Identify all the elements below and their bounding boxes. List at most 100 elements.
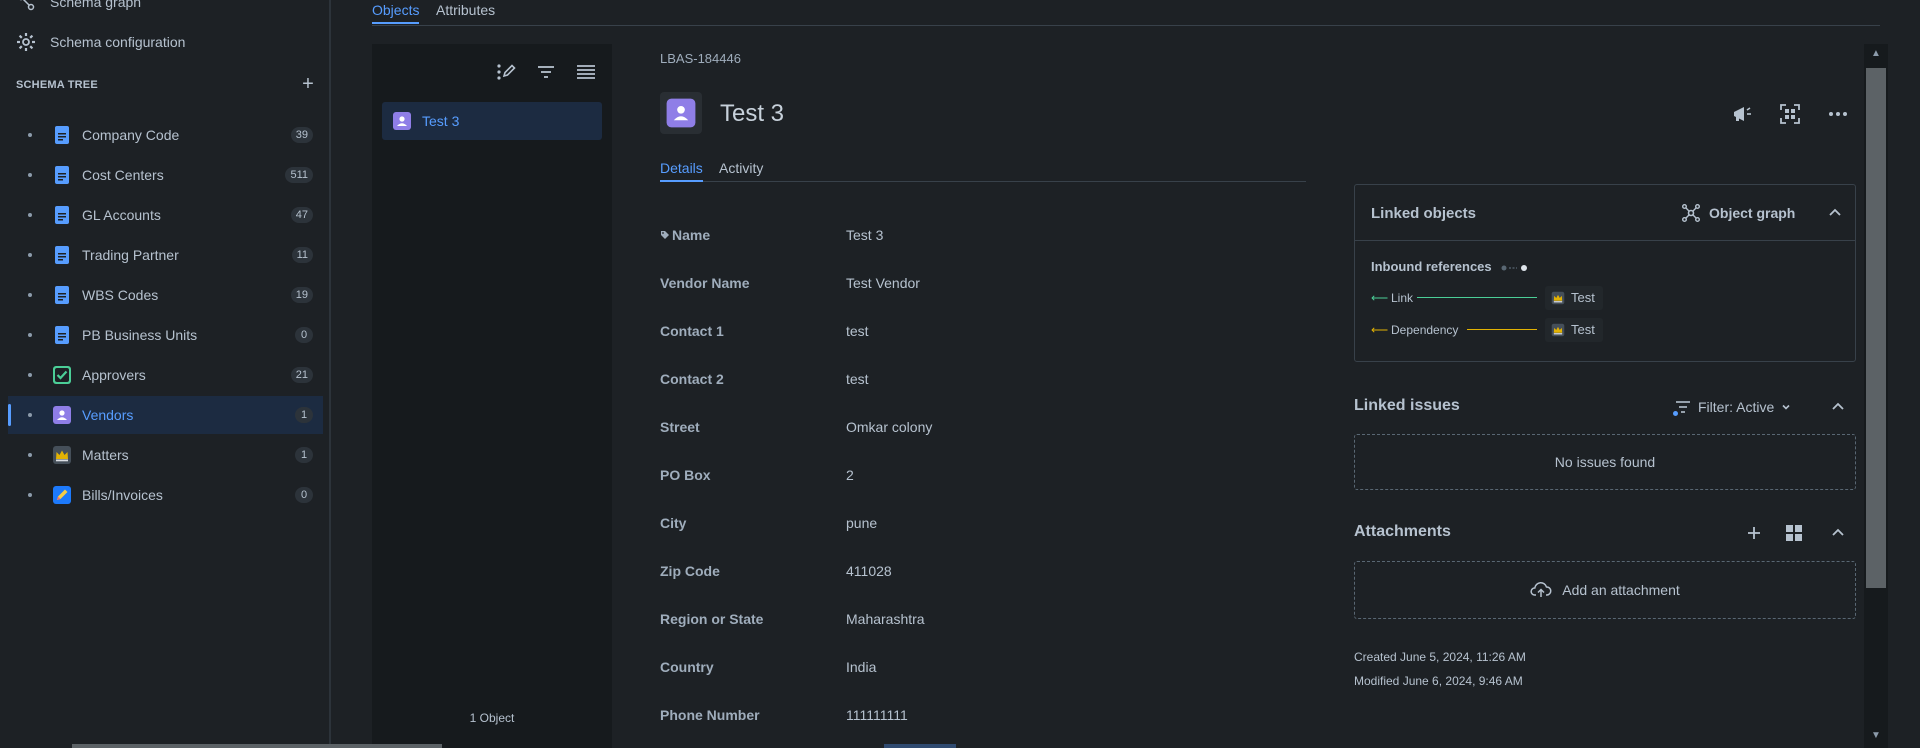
issue-filter-dropdown[interactable]: Filter: Active xyxy=(1672,397,1792,417)
attribute-value[interactable]: test xyxy=(846,323,869,339)
tree-item-company-code[interactable]: Company Code 39 xyxy=(8,116,323,154)
chevron-up-icon[interactable] xyxy=(1830,399,1846,415)
no-issues-placeholder: No issues found xyxy=(1354,434,1856,490)
filter-icon xyxy=(1673,401,1690,416)
scroll-down-arrow[interactable]: ▼ xyxy=(1869,730,1883,742)
tree-item-label: GL Accounts xyxy=(82,207,161,223)
bullet xyxy=(28,453,32,457)
scroll-up-arrow[interactable]: ▲ xyxy=(1869,48,1883,60)
cloud-upload-icon xyxy=(1530,581,1552,597)
scrollbar-thumb[interactable] xyxy=(1866,68,1886,588)
reference-target-chip[interactable]: Test xyxy=(1545,318,1603,342)
object-graph-button[interactable]: Object graph xyxy=(1681,203,1795,223)
bulk-edit-icon[interactable] xyxy=(494,60,518,84)
attribute-label: Region or State xyxy=(660,611,764,627)
sidebar-item-schema-configuration[interactable]: Schema configuration xyxy=(16,32,185,52)
qr-code-icon[interactable] xyxy=(1776,100,1804,128)
linked-objects-panel: Linked objects Object graph Inbound refe… xyxy=(1354,184,1856,362)
attribute-label: Vendor Name xyxy=(660,275,750,291)
attribute-value[interactable]: test xyxy=(846,371,869,387)
attribute-value[interactable]: 2 xyxy=(846,467,854,483)
reference-line xyxy=(1417,297,1537,298)
object-title: Test 3 xyxy=(720,100,785,127)
tree-item-vendors[interactable]: Vendors 1 xyxy=(8,396,323,434)
document-icon xyxy=(55,326,69,344)
crown-icon xyxy=(1551,291,1565,305)
pencil-icon xyxy=(53,486,71,504)
created-date: Created June 5, 2024, 11:26 AM xyxy=(1354,650,1526,664)
tab-details[interactable]: Details xyxy=(660,160,703,182)
count-badge: 0 xyxy=(295,327,313,343)
attribute-value[interactable]: pune xyxy=(846,515,877,531)
attribute-value[interactable]: Omkar colony xyxy=(846,419,932,435)
bullet xyxy=(28,493,32,497)
tab-attributes[interactable]: Attributes xyxy=(436,2,495,18)
add-attachment-dropzone[interactable]: Add an attachment xyxy=(1354,561,1856,619)
tree-item-label: Company Code xyxy=(82,127,180,143)
modified-date: Modified June 6, 2024, 9:46 AM xyxy=(1354,674,1523,688)
reference-line xyxy=(1467,329,1537,330)
attribute-label: Contact 2 xyxy=(660,371,724,387)
list-item-label: Test 3 xyxy=(422,113,460,129)
count-badge: 0 xyxy=(295,487,313,503)
attribute-value[interactable]: Test Vendor xyxy=(846,275,920,291)
filter-label: Filter: Active xyxy=(1698,399,1775,415)
document-icon xyxy=(55,126,69,144)
tree-item-pb-business-units[interactable]: PB Business Units 0 xyxy=(8,316,323,354)
tree-item-approvers[interactable]: Approvers 21 xyxy=(8,356,323,394)
graph-icon xyxy=(1682,204,1700,222)
add-object-type-button[interactable]: + xyxy=(298,74,318,94)
bullet xyxy=(28,133,32,137)
tree-item-cost-centers[interactable]: Cost Centers 511 xyxy=(8,156,323,194)
list-view-icon[interactable] xyxy=(574,60,598,84)
tab-activity[interactable]: Activity xyxy=(719,160,763,176)
filter-icon[interactable] xyxy=(534,60,558,84)
more-options-icon[interactable] xyxy=(1824,100,1852,128)
count-badge: 21 xyxy=(290,367,313,383)
object-graph-label: Object graph xyxy=(1709,205,1796,221)
chevron-down-icon xyxy=(1782,404,1790,410)
view-tabs: Objects Attributes xyxy=(372,0,1880,26)
reference-row-dependency[interactable]: ⟵ Dependency Test xyxy=(1371,318,1851,342)
tree-item-wbs-codes[interactable]: WBS Codes 19 xyxy=(8,276,323,314)
tab-objects[interactable]: Objects xyxy=(372,2,420,24)
document-icon xyxy=(55,166,69,184)
attachments-title: Attachments xyxy=(1354,523,1451,540)
add-icon[interactable] xyxy=(1744,523,1764,543)
horizontal-scrollbar-thumb[interactable] xyxy=(72,744,442,748)
chevron-up-icon[interactable] xyxy=(1830,525,1846,541)
horizontal-scrollbar-thumb-secondary[interactable] xyxy=(884,744,956,748)
attribute-value[interactable]: 111111111 xyxy=(846,707,908,723)
reference-row-link[interactable]: ⟵ Link Test xyxy=(1371,286,1851,310)
tree-item-bills-invoices[interactable]: Bills/Invoices 0 xyxy=(8,476,323,514)
count-badge: 39 xyxy=(290,127,313,143)
sidebar-item-schema-graph[interactable]: Schema graph xyxy=(16,0,141,12)
attribute-label: Country xyxy=(660,659,714,675)
chevron-up-icon[interactable] xyxy=(1827,205,1843,221)
count-badge: 1 xyxy=(295,407,313,423)
bullet xyxy=(28,333,32,337)
attribute-label: Contact 1 xyxy=(660,323,724,339)
tree-item-gl-accounts[interactable]: GL Accounts 47 xyxy=(8,196,323,234)
megaphone-icon[interactable] xyxy=(1728,100,1756,128)
attribute-value[interactable]: Maharashtra xyxy=(846,611,925,627)
tree-item-label: Vendors xyxy=(82,407,134,423)
tree-item-label: PB Business Units xyxy=(82,327,198,343)
grid-view-icon[interactable] xyxy=(1784,523,1804,543)
linked-issues-title: Linked issues xyxy=(1354,397,1460,414)
attribute-value[interactable]: 411028 xyxy=(846,563,892,579)
attribute-value[interactable]: India xyxy=(846,659,876,675)
schema-tree-header: SCHEMA TREE xyxy=(16,79,98,91)
document-icon xyxy=(55,286,69,304)
tree-item-matters[interactable]: Matters 1 xyxy=(8,436,323,474)
bullet xyxy=(28,373,32,377)
tree-item-trading-partner[interactable]: Trading Partner 11 xyxy=(8,236,323,274)
person-icon xyxy=(666,98,696,128)
detail-tabs: Details Activity xyxy=(660,158,1306,182)
tree-item-label: Approvers xyxy=(82,367,146,383)
reference-target-chip[interactable]: Test xyxy=(1545,286,1603,310)
attribute-value[interactable]: Test 3 xyxy=(846,227,883,243)
attribute-label: Street xyxy=(660,419,700,435)
list-item-object[interactable]: Test 3 xyxy=(382,102,602,140)
sidebar-item-label: Schema configuration xyxy=(50,34,186,50)
